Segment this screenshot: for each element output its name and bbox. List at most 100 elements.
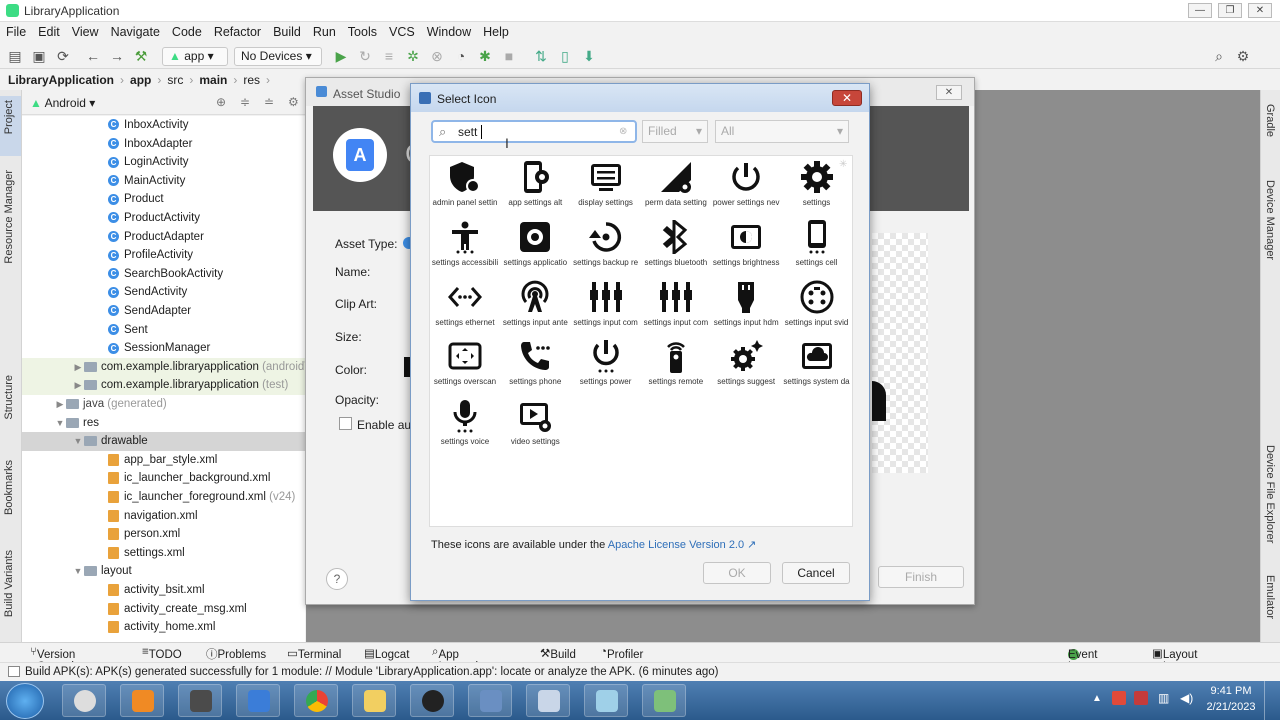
rerun-icon[interactable]: ↻ <box>356 47 374 65</box>
icon-tile[interactable]: settings voice <box>430 395 500 455</box>
enable-auto-checkbox[interactable] <box>339 417 352 430</box>
taskbar-explorer[interactable] <box>352 684 396 717</box>
icon-tile[interactable]: app settings alt <box>500 156 570 216</box>
tray-volume-icon[interactable]: ◀) <box>1180 691 1193 705</box>
icon-tile[interactable]: settings input hdm <box>711 276 781 336</box>
taskbar-network-app[interactable] <box>468 684 512 717</box>
tree-row[interactable]: C ProductAdapter <box>22 228 305 247</box>
tree-row[interactable]: C MainActivity <box>22 172 305 191</box>
icon-tile[interactable]: settings ethernet <box>430 276 500 336</box>
menu-window[interactable]: Window <box>421 22 477 39</box>
tool-version-control[interactable]: ⑂ Version Control <box>30 646 75 673</box>
tool-device-file-explorer[interactable]: Device File Explorer <box>1264 445 1276 543</box>
tree-row[interactable]: settings.xml <box>22 544 305 563</box>
tree-row[interactable]: ▶ java (generated) <box>22 395 305 414</box>
crumb-src[interactable]: src <box>164 70 186 87</box>
help-button[interactable]: ? <box>326 568 348 590</box>
tray-expand-icon[interactable]: ▲ <box>1092 693 1102 704</box>
minimize-button[interactable]: — <box>1188 3 1212 18</box>
icon-tile[interactable]: settings input ante <box>500 276 570 336</box>
tree-row[interactable]: C Product <box>22 190 305 209</box>
tool-structure[interactable]: Structure <box>3 375 15 420</box>
crumb-res[interactable]: res <box>240 70 263 87</box>
back-icon[interactable]: ← <box>84 47 102 65</box>
tray-clock-time[interactable]: 9:41 PM <box>1206 685 1256 697</box>
icon-tile[interactable]: display settings <box>571 156 641 216</box>
dialog-close-button[interactable]: ✕ <box>832 90 862 106</box>
close-window-button[interactable]: ✕ <box>1248 3 1272 18</box>
icon-tile[interactable]: settings backup re <box>571 216 641 276</box>
crumb-main[interactable]: main <box>196 70 230 87</box>
cancel-button[interactable]: Cancel <box>782 562 850 584</box>
icon-tile[interactable]: settings input svid <box>782 276 852 336</box>
tree-row[interactable]: C SendActivity <box>22 283 305 302</box>
tool-resource-manager[interactable]: Resource Manager <box>3 170 15 264</box>
menu-view[interactable]: View <box>66 22 105 39</box>
icon-tile[interactable]: settings remote <box>641 335 711 395</box>
asset-studio-close-button[interactable]: ✕ <box>936 85 962 100</box>
icon-tile[interactable]: settings input com <box>641 276 711 336</box>
tree-row[interactable]: ▼ res <box>22 414 305 433</box>
bug-icon[interactable]: ✱ <box>476 47 494 65</box>
status-message[interactable]: Build APK(s): APK(s) generated successfu… <box>25 666 718 678</box>
tree-row[interactable]: ▼ drawable <box>22 432 305 451</box>
icon-style-dropdown[interactable]: Filled ▾ <box>642 120 708 143</box>
tree-row[interactable]: C InboxActivity <box>22 116 305 135</box>
tool-todo[interactable]: ≡ TODO <box>142 646 182 661</box>
menu-vcs[interactable]: VCS <box>383 22 421 39</box>
menu-build[interactable]: Build <box>267 22 307 39</box>
tree-row[interactable]: navigation.xml <box>22 507 305 526</box>
debug-icon[interactable]: ✲ <box>404 47 422 65</box>
android-view-dropdown[interactable]: ▲ Android ▾ <box>30 96 95 110</box>
icon-tile[interactable]: power settings nev <box>711 156 781 216</box>
maximize-button[interactable]: ❐ <box>1218 3 1242 18</box>
tree-row[interactable]: ic_launcher_foreground.xml (v24) <box>22 488 305 507</box>
show-desktop-button[interactable] <box>1264 681 1280 720</box>
tool-terminal[interactable]: ▭ Terminal <box>287 646 341 661</box>
menu-edit[interactable]: Edit <box>32 22 66 39</box>
menu-file[interactable]: File <box>0 22 32 39</box>
tree-row[interactable]: ic_launcher_background.xml <box>22 469 305 488</box>
icon-tile[interactable]: video settings <box>500 395 570 455</box>
chevron-right-icon[interactable]: ▶ <box>72 358 84 376</box>
chevron-right-icon[interactable]: ▶ <box>54 395 66 413</box>
tree-row[interactable]: app_bar_style.xml <box>22 451 305 470</box>
tree-row[interactable]: C InboxAdapter <box>22 135 305 154</box>
tool-app-inspection[interactable]: ⌕ App Inspection <box>432 646 491 673</box>
crumb-project[interactable]: LibraryApplication <box>0 70 117 87</box>
icon-tile[interactable]: settings power <box>571 335 641 395</box>
profile-icon[interactable]: ◔ <box>452 47 470 65</box>
icon-tile[interactable]: settings system da <box>782 335 852 395</box>
menu-navigate[interactable]: Navigate <box>105 22 166 39</box>
stop-icon[interactable]: ■ <box>500 47 518 65</box>
icon-tile[interactable]: admin panel settin <box>430 156 500 216</box>
tree-row[interactable]: activity_home.xml <box>22 618 305 637</box>
icon-tile[interactable]: perm data setting <box>641 156 711 216</box>
icon-tile[interactable]: settings input com <box>571 276 641 336</box>
crumb-app[interactable]: app <box>127 70 154 87</box>
search-everywhere-icon[interactable]: ⌕ <box>1210 47 1228 65</box>
tool-profiler[interactable]: ◔ Profiler <box>600 646 643 661</box>
run-icon[interactable]: ▶ <box>332 47 350 65</box>
panel-options-icon[interactable]: ⚙ <box>288 95 299 109</box>
open-folder-icon[interactable]: ▤ <box>6 47 24 65</box>
taskbar-sublime[interactable] <box>178 684 222 717</box>
menu-help[interactable]: Help <box>477 22 515 39</box>
tree-row[interactable]: ▶ com.example.libraryapplication (test) <box>22 376 305 395</box>
icon-tile[interactable]: settings accessibili <box>430 216 500 276</box>
tree-row[interactable]: activity_create_msg.xml <box>22 600 305 619</box>
chevron-down-icon[interactable]: ▼ <box>72 562 84 580</box>
tree-row[interactable]: C LoginActivity <box>22 153 305 172</box>
apache-license-link[interactable]: Apache License Version 2.0 ↗ <box>608 539 757 551</box>
save-icon[interactable]: ▣ <box>30 47 48 65</box>
icon-tile[interactable]: settings bluetooth <box>641 216 711 276</box>
tool-bookmarks[interactable]: Bookmarks <box>3 460 15 515</box>
tree-row[interactable]: ▼ layout <box>22 562 305 581</box>
tree-row[interactable]: ▶ com.example.libraryapplication (android… <box>22 357 305 377</box>
apply-changes-icon[interactable]: ≡ <box>380 47 398 65</box>
settings-gear-icon[interactable]: ⚙ <box>1234 47 1252 65</box>
finish-button[interactable]: Finish <box>878 566 964 588</box>
tool-layout-inspector[interactable]: ▣ Layout Inspector <box>1152 646 1210 673</box>
tool-gradle[interactable]: Gradle <box>1264 104 1276 137</box>
icon-tile[interactable]: settings brightness <box>711 216 781 276</box>
